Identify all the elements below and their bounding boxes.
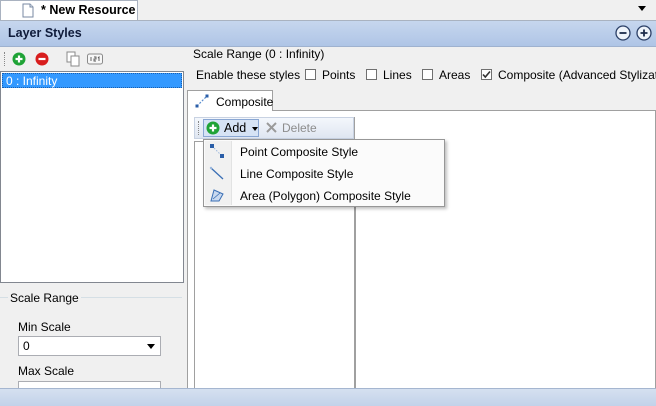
min-scale-value: 0: [23, 339, 30, 353]
menu-item-label: Area (Polygon) Composite Style: [240, 189, 411, 203]
delete-style-button[interactable]: Delete: [263, 119, 323, 137]
menu-item-area-composite-style[interactable]: Area (Polygon) Composite Style: [205, 185, 443, 206]
scale-range-group-label: Scale Range: [8, 291, 81, 305]
document-tab[interactable]: * New Resource: [0, 0, 138, 20]
areas-checkbox[interactable]: [422, 69, 433, 80]
menu-item-line-composite-style[interactable]: Line Composite Style: [205, 163, 443, 184]
menu-item-label: Line Composite Style: [240, 167, 354, 181]
document-tab-title: * New Resource: [41, 3, 136, 17]
tab-list-dropdown-icon[interactable]: [637, 5, 647, 12]
scale-range-item-label: 0 : Infinity: [6, 74, 58, 88]
area-style-icon: [209, 187, 225, 203]
add-icon: [206, 121, 220, 135]
point-style-icon: [209, 143, 225, 159]
header-title: Layer Styles: [8, 26, 82, 40]
collapse-all-icon[interactable]: [615, 25, 631, 41]
toolbar-grip[interactable]: [198, 121, 201, 135]
menu-item-point-composite-style[interactable]: Point Composite Style: [205, 141, 443, 162]
add-style-menu: Point Composite Style Line Composite Sty…: [203, 139, 445, 207]
composite-toolbar: Add Delete: [194, 117, 354, 139]
scale-range-item[interactable]: 0 : Infinity: [2, 73, 182, 88]
status-bar: [0, 388, 656, 406]
add-button-label: Add: [224, 121, 247, 135]
chevron-down-icon[interactable]: [147, 344, 155, 349]
areas-checkbox-label[interactable]: Areas: [439, 68, 470, 82]
enable-styles-label: Enable these styles: [196, 68, 301, 82]
composite-checkbox[interactable]: [481, 69, 492, 80]
delete-icon: [265, 121, 278, 134]
tab-composite-label: Composite: [216, 95, 274, 109]
max-scale-label: Max Scale: [18, 364, 75, 378]
document-tab-strip: * New Resource: [0, 0, 656, 21]
document-icon: [21, 3, 35, 18]
copy-scale-range-icon[interactable]: [65, 51, 81, 67]
scale-range-toolbar: [0, 47, 184, 71]
chevron-down-icon: [252, 127, 258, 131]
menu-item-label: Point Composite Style: [240, 145, 359, 159]
points-checkbox[interactable]: [305, 69, 316, 80]
layer-styles-header: Layer Styles: [0, 21, 656, 47]
toolbar-grip[interactable]: [4, 52, 7, 66]
points-checkbox-label[interactable]: Points: [322, 68, 355, 82]
min-scale-label: Min Scale: [18, 320, 71, 334]
scale-range-group: Scale Range Min Scale 0 Max Scale: [0, 289, 184, 401]
composite-checkbox-label[interactable]: Composite (Advanced Stylization): [498, 68, 656, 82]
checkmark-icon: [482, 70, 491, 79]
line-style-icon: [209, 165, 225, 181]
add-style-dropdown-button[interactable]: Add: [203, 119, 259, 137]
remove-scale-range-icon[interactable]: [35, 52, 49, 66]
lines-checkbox-label[interactable]: Lines: [383, 68, 412, 82]
lines-checkbox[interactable]: [366, 69, 377, 80]
min-scale-select[interactable]: 0: [18, 336, 161, 356]
delete-button-label: Delete: [282, 121, 317, 135]
add-scale-range-icon[interactable]: [12, 52, 26, 66]
expand-all-icon[interactable]: [636, 25, 652, 41]
composite-style-icon: [195, 94, 209, 108]
scale-range-title: Scale Range (0 : Infinity): [193, 47, 325, 61]
sort-scale-range-icon[interactable]: [86, 51, 104, 67]
scale-range-list[interactable]: 0 : Infinity: [0, 71, 184, 283]
tab-composite[interactable]: Composite: [187, 90, 273, 111]
